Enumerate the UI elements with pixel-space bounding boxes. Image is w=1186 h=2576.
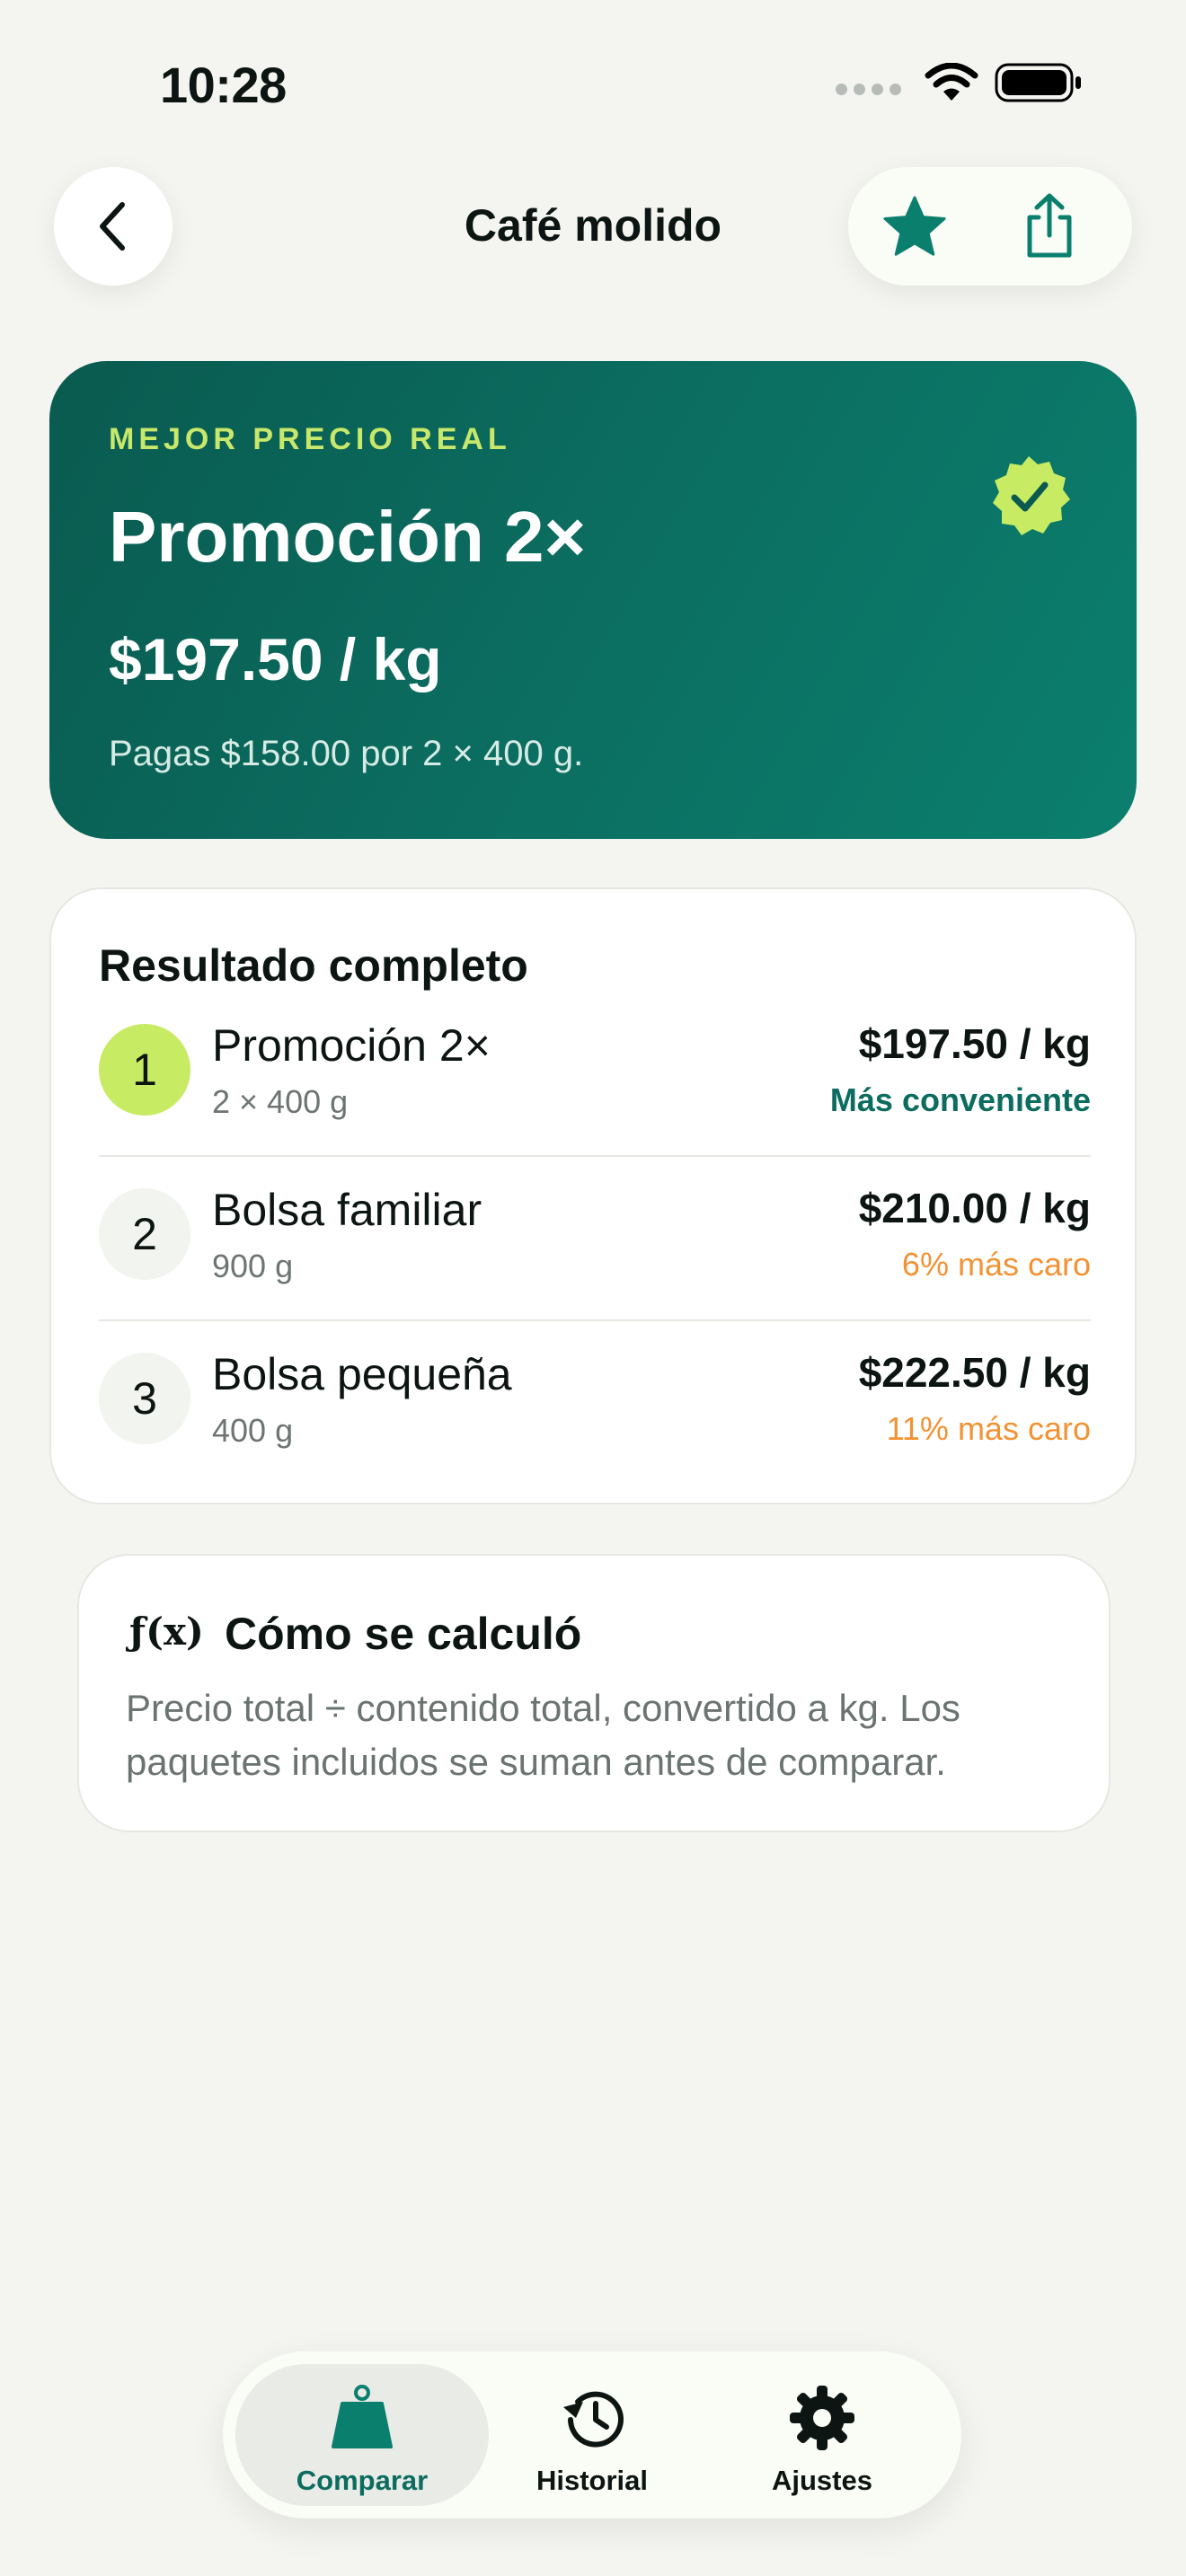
function-icon: ƒ(x) [129,1610,204,1654]
rank-badge: 3 [99,1353,190,1444]
tab-label: Historial [535,2465,649,2496]
row-divider [99,1319,1091,1321]
results-heading: Resultado completo [99,940,528,991]
product-name: Bolsa pequeña [212,1349,512,1399]
calculation-card: ƒ(x) Cómo se calculó Precio total ÷ cont… [77,1554,1111,1832]
tab-historial[interactable]: Historial [465,2364,719,2506]
history-clock-icon [563,2391,624,2448]
wifi-icon [925,63,978,101]
battery-icon [995,63,1081,102]
unit-price: $222.50 / kg [858,1349,1091,1396]
scale-weight-icon [332,2385,393,2448]
best-price-card: MEJOR PRECIO REAL Promoción 2× $197.50 /… [49,361,1137,839]
tab-ajustes[interactable]: Ajustes [695,2364,949,2506]
unit-price: $197.50 / kg [858,1020,1091,1067]
product-name: Promoción 2× [212,1020,491,1071]
favorite-button[interactable] [882,194,947,259]
result-row[interactable]: 3 Bolsa pequeña 400 g $222.50 / kg 11% m… [99,1349,1091,1516]
best-option-price: $197.50 / kg [109,626,442,693]
gear-icon [790,2386,854,2450]
rank-badge: 2 [99,1188,190,1280]
tab-label: Ajustes [772,2465,872,2496]
product-quantity: 900 g [212,1248,294,1284]
calculation-title: Cómo se calculó [225,1609,582,1659]
comparison-tag: Más conveniente [829,1081,1091,1118]
best-option-note: Pagas $158.00 por 2 × 400 g. [109,734,584,773]
tab-label: Comparar [296,2465,429,2496]
header-actions [848,167,1132,286]
product-quantity: 400 g [212,1412,294,1449]
best-price-eyebrow: MEJOR PRECIO REAL [109,422,511,456]
product-quantity: 2 × 400 g [212,1083,349,1120]
star-icon [883,196,946,256]
tab-bar: Comparar Historial Ajustes [223,2351,961,2519]
tab-comparar[interactable]: Comparar [235,2364,489,2506]
verified-badge-icon [993,456,1070,535]
product-name: Bolsa familiar [212,1185,482,1235]
best-option-title: Promoción 2× [109,497,587,577]
row-divider [99,1155,1091,1157]
share-button[interactable] [1017,193,1082,259]
status-indicators [836,63,1084,102]
status-time: 10:28 [160,57,287,113]
result-row[interactable]: 2 Bolsa familiar 900 g $210.00 / kg 6% m… [99,1185,1091,1352]
comparison-tag: 6% más caro [901,1246,1091,1283]
results-card: Resultado completo 1 Promoción 2× 2 × 40… [49,887,1137,1504]
cellular-signal-icon [836,83,901,95]
share-icon [1027,193,1072,258]
unit-price: $210.00 / kg [858,1185,1091,1231]
comparison-tag: 11% más caro [886,1410,1091,1447]
calculation-description: Precio total ÷ contenido total, converti… [126,1687,960,1783]
result-row[interactable]: 1 Promoción 2× 2 × 400 g $197.50 / kg Má… [99,1020,1091,1187]
rank-badge: 1 [99,1024,190,1116]
